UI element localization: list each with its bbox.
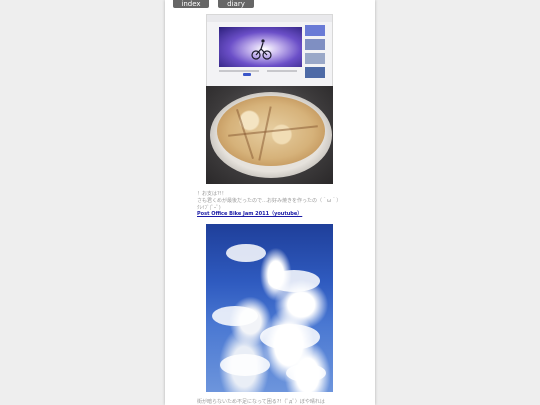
pancake-photo (206, 86, 333, 184)
cloud (212, 306, 258, 326)
bike-rider-icon (251, 39, 272, 60)
sidebar-thumb (305, 39, 325, 50)
cloud (260, 324, 320, 350)
post-text: 街が暗らないため不足になって困る?!（ﾟдﾟ）ぼや晴れは (197, 399, 325, 405)
diary-index-button[interactable]: diary index (218, 0, 254, 16)
sidebar-thumb (305, 25, 325, 36)
bike-jump-hero-image (219, 27, 302, 67)
cloud (286, 364, 326, 382)
cloud (220, 354, 270, 376)
text-line (267, 70, 297, 72)
screenshot-topbar (207, 15, 332, 22)
website-screenshot-photo (206, 14, 333, 87)
sky-clouds-photo (206, 224, 333, 392)
cloud (268, 270, 320, 292)
cloud (226, 244, 266, 262)
sidebar-thumb (305, 67, 325, 78)
blue-button-thumb (243, 73, 251, 76)
caption-line-2: さも君くめが最後だったので…お好み焼きを作ったの（＾ω＾） (197, 198, 342, 204)
caption-line-1: ！お支は?!！ (197, 191, 227, 197)
text-line (219, 70, 259, 72)
youtube-link[interactable]: Post Office Bike Jam 2011（youtube） (197, 211, 302, 217)
index-button[interactable]: index (173, 0, 209, 8)
sidebar-thumb (305, 53, 325, 64)
